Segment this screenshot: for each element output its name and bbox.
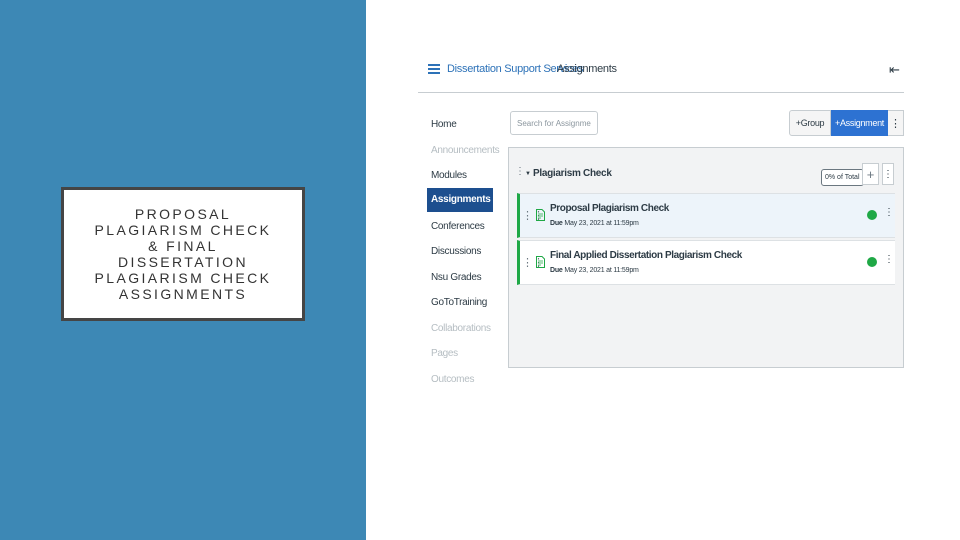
sidebar-item-gototraining[interactable]: GoToTraining (431, 297, 487, 308)
assignment-row[interactable]: ⋮⋮ Proposal Plagiarism Check Due May 23,… (517, 193, 895, 238)
slide-title-line: PLAGIARISM CHECK (94, 222, 272, 238)
published-check-icon[interactable] (867, 210, 877, 220)
assignment-row[interactable]: ⋮⋮ Final Applied Dissertation Plagiarism… (517, 240, 895, 285)
top-bar: Dissertation Support Services › Assignme… (418, 52, 904, 93)
assignment-due: Due May 23, 2021 at 11:59pm (550, 220, 639, 227)
caret-down-icon[interactable]: ▼ (525, 171, 531, 177)
add-assignment-label: Assignment (839, 118, 884, 128)
breadcrumb-separator: › (549, 63, 553, 74)
assignment-title[interactable]: Final Applied Dissertation Plagiarism Ch… (550, 250, 742, 261)
collapse-icon[interactable]: ⇤ (889, 62, 900, 78)
published-check-icon[interactable] (867, 257, 877, 267)
due-date: May 23, 2021 at 11:59pm (564, 267, 639, 274)
percent-badge: 0% of Total (821, 169, 864, 186)
breadcrumb-current: Assignments (557, 63, 617, 75)
kebab-icon[interactable]: ⋮ (882, 163, 894, 185)
add-assignment-button[interactable]: + Assignment (831, 110, 888, 136)
due-label: Due (550, 267, 563, 274)
add-group-button[interactable]: + Group (789, 110, 831, 136)
slide-title-line: ASSIGNMENTS (118, 286, 248, 302)
sidebar-item-nsu-grades[interactable]: Nsu Grades (431, 272, 482, 283)
sidebar-item-collaborations[interactable]: Collaborations (431, 323, 491, 334)
assignment-doc-icon (536, 209, 545, 221)
sidebar-item-modules[interactable]: Modules (431, 170, 467, 181)
sidebar-item-assignments[interactable]: Assignments (427, 188, 493, 212)
assignment-due: Due May 23, 2021 at 11:59pm (550, 267, 639, 274)
due-date: May 23, 2021 at 11:59pm (564, 220, 639, 227)
plus-icon[interactable]: + (862, 163, 879, 185)
slide-title-box: PROPOSAL PLAGIARISM CHECK & FINAL DISSER… (61, 187, 305, 321)
due-label: Due (550, 220, 563, 227)
slide-title-line: PLAGIARISM CHECK (94, 270, 272, 286)
sidebar-item-discussions[interactable]: Discussions (431, 246, 481, 257)
kebab-icon[interactable]: ⋮ (888, 110, 904, 136)
assignment-doc-icon (536, 256, 545, 268)
slide-title-line: PROPOSAL (134, 206, 232, 222)
slide-left-panel: PROPOSAL PLAGIARISM CHECK & FINAL DISSER… (0, 0, 366, 540)
assignment-group: ⋮ ▼ Plagiarism Check 0% of Total + ⋮ ⋮⋮ … (508, 147, 904, 368)
slide-title-line: & FINAL (148, 238, 218, 254)
search-input[interactable] (510, 111, 598, 135)
assignment-title[interactable]: Proposal Plagiarism Check (550, 203, 669, 214)
sidebar-item-outcomes[interactable]: Outcomes (431, 374, 474, 385)
kebab-icon[interactable]: ⋮ (884, 207, 894, 218)
sidebar-item-announcements[interactable]: Announcements (431, 145, 500, 156)
hamburger-icon[interactable] (428, 64, 440, 74)
sidebar-item-home[interactable]: Home (431, 119, 457, 130)
kebab-icon[interactable]: ⋮ (884, 254, 894, 265)
add-group-label: Group (800, 118, 825, 128)
sidebar-item-pages[interactable]: Pages (431, 348, 458, 359)
slide-title-line: DISSERTATION (118, 254, 248, 270)
sidebar-item-conferences[interactable]: Conferences (431, 221, 485, 232)
group-title[interactable]: Plagiarism Check (533, 168, 612, 179)
canvas-screenshot: Dissertation Support Services › Assignme… (418, 52, 906, 392)
drag-handle-icon[interactable]: ⋮ (515, 166, 525, 177)
